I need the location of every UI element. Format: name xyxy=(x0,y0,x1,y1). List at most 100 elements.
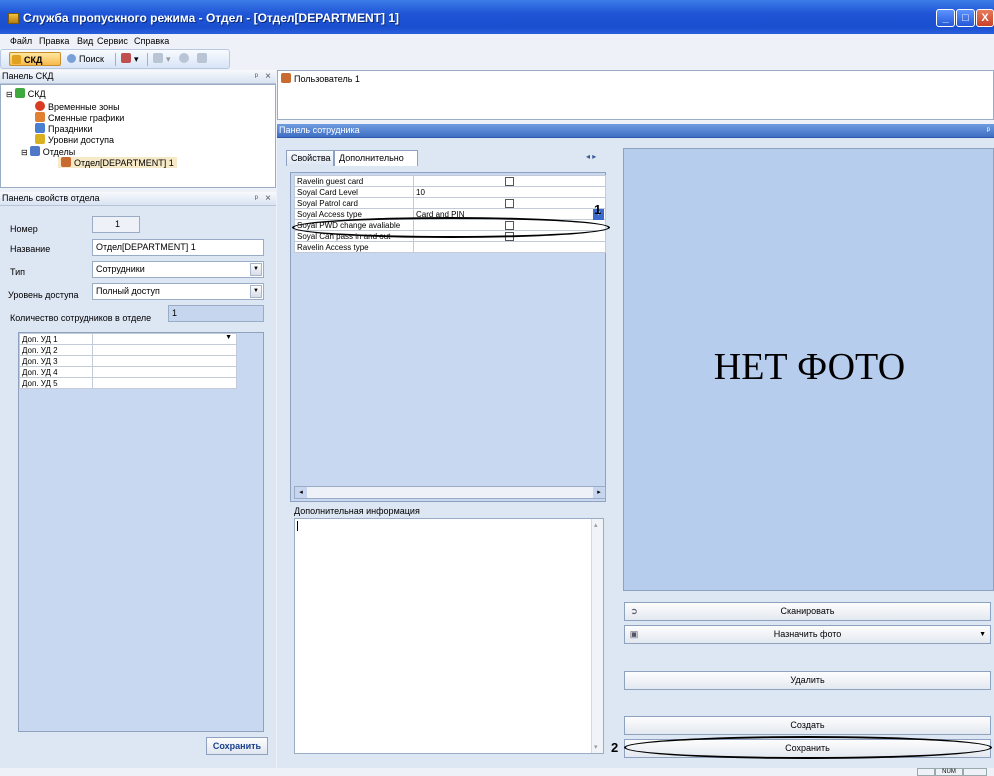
menu-view[interactable]: Вид xyxy=(77,36,93,46)
report-icon xyxy=(121,53,131,63)
access-type-select[interactable]: Card and PIN ▼ xyxy=(413,208,606,220)
maximize-button[interactable]: □ xyxy=(956,9,975,27)
key-icon xyxy=(35,134,45,144)
extra-level-cell[interactable] xyxy=(92,377,237,389)
tab-properties[interactable]: Свойства xyxy=(286,150,334,166)
tree-node-access-levels[interactable]: Уровни доступа xyxy=(35,134,114,145)
status-bar: NUM xyxy=(0,768,994,776)
extra-level-1-select[interactable]: ▼ xyxy=(92,333,237,345)
tree-node-shifts[interactable]: Сменные графики xyxy=(35,112,124,123)
tree-label: СКД xyxy=(27,89,46,99)
property-name: Soyal Access type xyxy=(294,208,414,220)
extra-level-cell[interactable] xyxy=(92,366,237,378)
camera-icon: ▣ xyxy=(629,629,639,639)
pin-icon[interactable]: ᵖ xyxy=(255,192,258,205)
extra-levels-area xyxy=(18,332,264,732)
checkbox[interactable] xyxy=(505,177,514,186)
extra-level-cell[interactable] xyxy=(92,344,237,356)
name-field[interactable]: Отдел[DEPARTMENT] 1 xyxy=(92,239,264,256)
delete-button[interactable]: Удалить xyxy=(624,671,991,690)
chevron-down-icon[interactable]: ▼ xyxy=(225,334,232,341)
pin-icon[interactable]: ᵖ xyxy=(255,70,258,83)
chevron-down-icon[interactable]: ▼ xyxy=(979,626,986,643)
tree-label: Праздники xyxy=(48,124,93,134)
type-label: Тип xyxy=(10,267,26,277)
table-row: Ravelin guest card xyxy=(294,175,606,187)
extra-info-textarea[interactable]: ▴ ▾ xyxy=(294,518,604,754)
scroll-left-icon[interactable]: ◂ xyxy=(295,487,307,498)
status-cell xyxy=(917,768,935,776)
property-value[interactable] xyxy=(413,241,606,253)
scroll-down-icon[interactable]: ▾ xyxy=(594,743,598,751)
user-tab-area: Пользователь 1 xyxy=(277,70,994,120)
extra-level-cell[interactable] xyxy=(92,355,237,367)
toolbar-search-button[interactable]: Поиск xyxy=(67,52,104,66)
chevron-down-icon[interactable]: ▼ xyxy=(250,263,262,276)
property-checkbox-cell[interactable] xyxy=(413,219,606,231)
menu-file[interactable]: Файл xyxy=(10,36,32,46)
close-icon[interactable]: × xyxy=(265,70,271,83)
create-button[interactable]: Создать xyxy=(624,716,991,735)
tree-node-time-zones[interactable]: Временные зоны xyxy=(35,101,120,112)
number-label: Номер xyxy=(10,224,38,234)
property-name: Soyal Patrol card xyxy=(294,197,414,209)
main-window: Служба пропускного режима - Отдел - [Отд… xyxy=(0,0,994,776)
access-level-select[interactable]: Полный доступ ▼ xyxy=(92,283,264,300)
toolbar-refresh-button[interactable] xyxy=(197,52,211,66)
tab-additional[interactable]: Дополнительно xyxy=(334,150,418,166)
scan-button[interactable]: ➲ Сканировать xyxy=(624,602,991,621)
save-button[interactable]: Сохранить xyxy=(624,739,991,758)
find-icon xyxy=(179,53,189,63)
textarea-scrollbar[interactable]: ▴ ▾ xyxy=(591,519,603,753)
property-hscrollbar[interactable]: ◂ ▸ xyxy=(294,486,606,499)
toolbar-find-button[interactable] xyxy=(179,52,193,66)
menu-help[interactable]: Справка xyxy=(134,36,169,46)
extra-level-label: Доп. УД 4 xyxy=(19,366,93,378)
menu-edit[interactable]: Правка xyxy=(39,36,69,46)
tree-node-department-1[interactable]: Отдел[DEPARTMENT] 1 xyxy=(58,157,177,168)
checkbox[interactable] xyxy=(505,232,514,241)
employee-count-field: 1 xyxy=(168,305,264,322)
dept-panel-title: Панель свойств отдела xyxy=(2,193,100,203)
search-icon xyxy=(67,54,76,63)
property-name: Ravelin Access type xyxy=(294,241,414,253)
checkbox[interactable] xyxy=(505,221,514,230)
assign-photo-button[interactable]: ▣ Назначить фото ▼ xyxy=(624,625,991,644)
close-button[interactable]: X xyxy=(976,9,994,27)
minimize-button[interactable]: _ xyxy=(936,9,955,27)
chevron-down-icon[interactable]: ▼ xyxy=(250,285,262,298)
tree-node-departments[interactable]: ⊟ Отделы xyxy=(21,146,75,157)
menu-bar: Файл Правка Вид Сервис Справка xyxy=(0,34,994,49)
menu-service[interactable]: Сервис xyxy=(97,36,128,46)
number-field[interactable]: 1 xyxy=(92,216,140,233)
table-row: Soyal PWD change avaliable xyxy=(294,219,606,231)
dept-save-button[interactable]: Сохранить xyxy=(206,737,268,755)
scroll-right-icon[interactable]: ▸ xyxy=(593,487,605,498)
property-checkbox-cell[interactable] xyxy=(413,230,606,242)
shift-icon xyxy=(35,112,45,122)
employee-count-label: Количество сотрудников в отделе xyxy=(10,313,152,323)
property-checkbox-cell[interactable] xyxy=(413,175,606,187)
scroll-up-icon[interactable]: ▴ xyxy=(594,521,598,529)
tree-node-skd[interactable]: ⊟ СКД xyxy=(6,88,46,99)
toolbar-print-button[interactable]: ▾ xyxy=(153,52,175,66)
close-icon[interactable]: × xyxy=(265,192,271,205)
property-value[interactable]: 10 xyxy=(413,186,606,198)
property-name: Soyal Card Level xyxy=(294,186,414,198)
toolbar-report-button[interactable]: ▾ xyxy=(121,52,143,66)
pin-icon[interactable]: ᵖ xyxy=(987,124,990,137)
user-tab-label: Пользователь 1 xyxy=(294,74,360,84)
toolbar: СКД Поиск ▾ ▾ xyxy=(0,49,230,69)
checkbox[interactable] xyxy=(505,199,514,208)
tree-label: Отдел[DEPARTMENT] 1 xyxy=(74,158,174,168)
calendar-icon xyxy=(35,123,45,133)
department-icon xyxy=(61,157,71,167)
type-select[interactable]: Сотрудники ▼ xyxy=(92,261,264,278)
user-tab[interactable]: Пользователь 1 xyxy=(281,73,360,84)
property-checkbox-cell[interactable] xyxy=(413,197,606,209)
access-level-label: Уровень доступа xyxy=(8,290,79,300)
assign-photo-label: Назначить фото xyxy=(773,629,842,639)
toolbar-skd-button[interactable]: СКД xyxy=(9,52,61,66)
tab-scroll-arrows[interactable]: ◂ ▸ xyxy=(586,152,596,161)
tree-node-holidays[interactable]: Праздники xyxy=(35,123,93,134)
